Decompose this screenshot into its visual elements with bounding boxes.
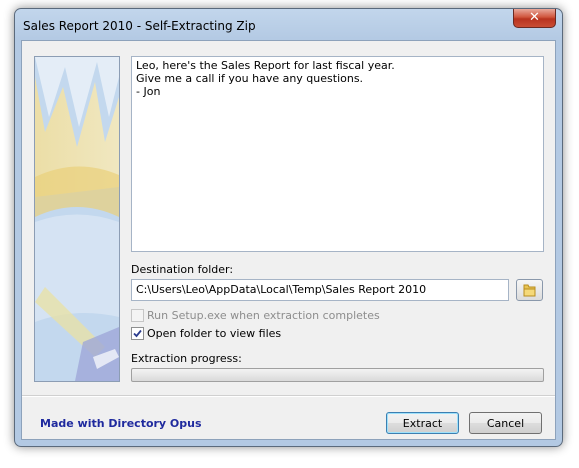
browse-folder-button[interactable] — [516, 279, 543, 301]
extraction-progress-bar — [131, 368, 544, 382]
open-folder-checkbox[interactable] — [131, 327, 144, 340]
message-line: - Jon — [136, 85, 161, 98]
open-folder-label: Open folder to view files — [147, 327, 282, 340]
made-with-link[interactable]: Made with Directory Opus — [40, 417, 202, 430]
extract-button[interactable]: Extract — [386, 412, 459, 434]
banner-image — [34, 56, 120, 382]
folder-icon — [523, 284, 536, 297]
dialog-window: Sales Report 2010 - Self-Extracting Zip … — [14, 8, 563, 447]
message-line: Give me a call if you have any questions… — [136, 72, 364, 85]
close-icon: ✕ — [529, 10, 540, 25]
window-title: Sales Report 2010 - Self-Extracting Zip — [23, 19, 256, 33]
run-setup-checkbox — [131, 309, 144, 322]
destination-label: Destination folder: — [131, 263, 234, 276]
close-button[interactable]: ✕ — [513, 9, 556, 28]
crown-graphic — [35, 57, 119, 381]
checkmark-icon — [133, 329, 142, 338]
footer-separator — [22, 395, 555, 397]
message-line: Leo, here's the Sales Report for last fi… — [136, 59, 395, 72]
destination-folder-input[interactable]: C:\Users\Leo\AppData\Local\Temp\Sales Re… — [131, 279, 509, 301]
dialog-body: Leo, here's the Sales Report for last fi… — [21, 40, 556, 440]
message-box[interactable]: Leo, here's the Sales Report for last fi… — [131, 56, 544, 252]
run-setup-label: Run Setup.exe when extraction completes — [147, 309, 380, 322]
progress-label: Extraction progress: — [131, 352, 242, 365]
title-bar[interactable]: Sales Report 2010 - Self-Extracting Zip … — [15, 9, 562, 43]
cancel-button[interactable]: Cancel — [469, 412, 542, 434]
